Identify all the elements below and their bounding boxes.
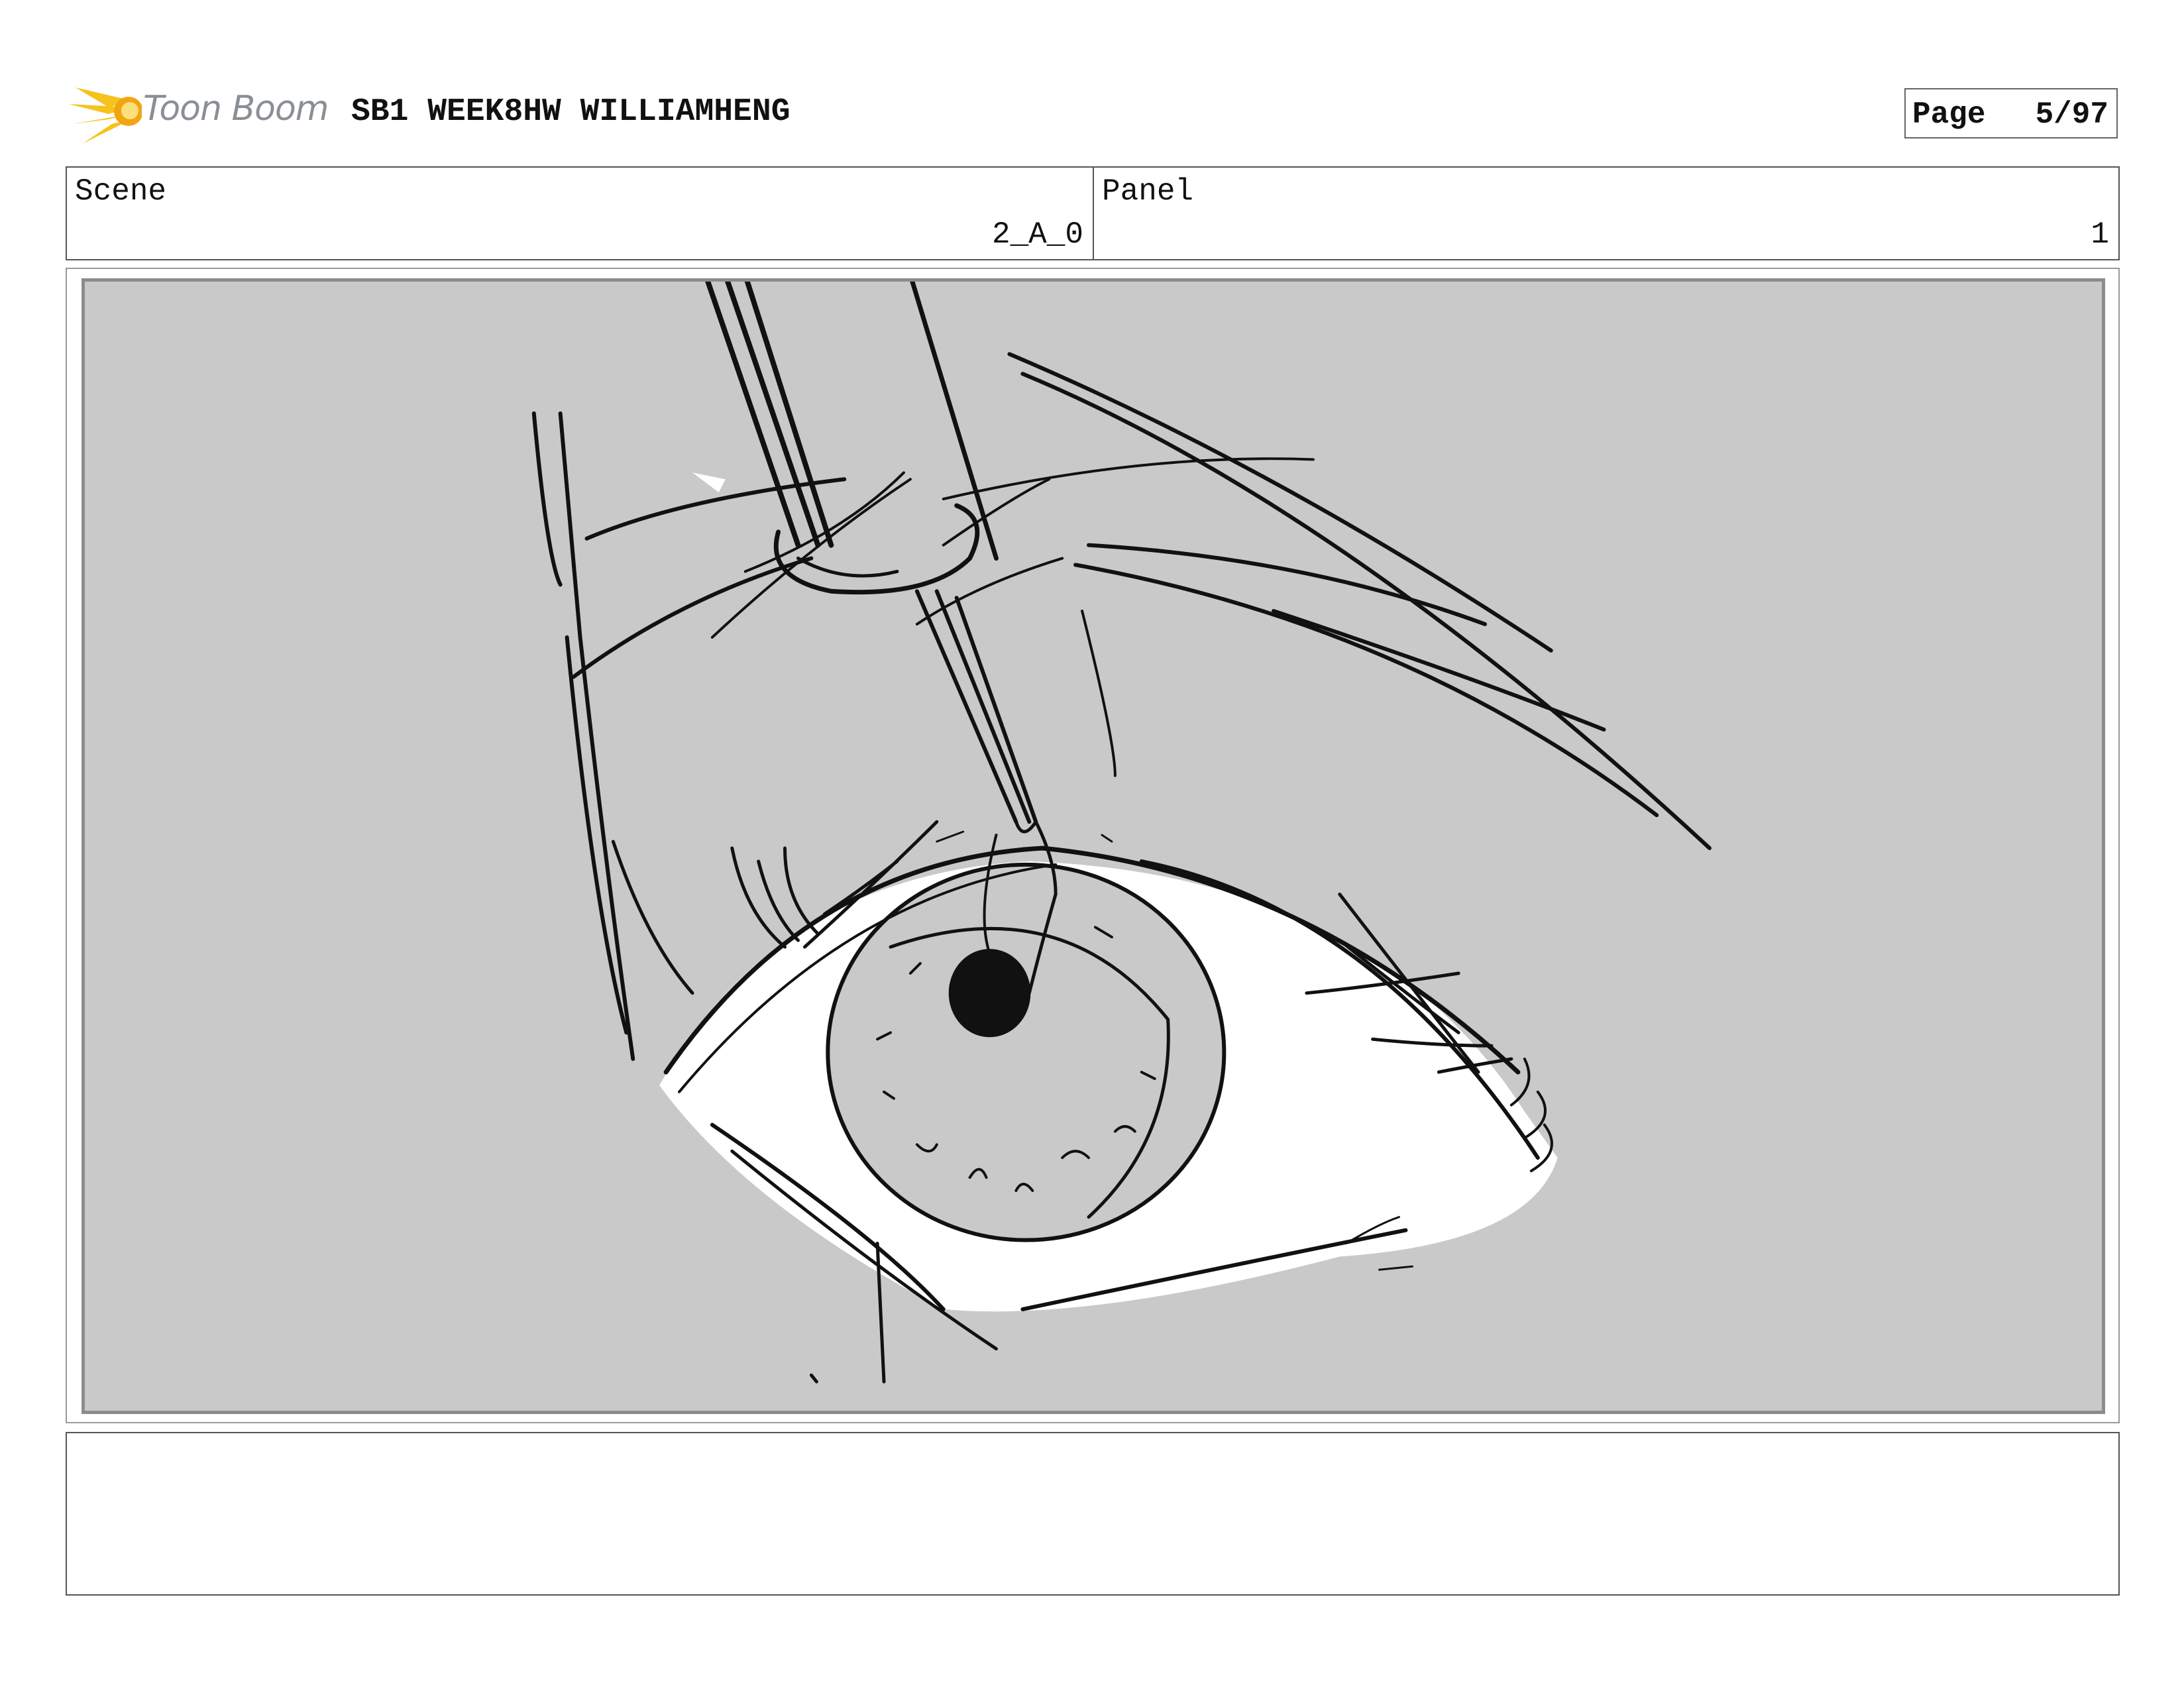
panel-image bbox=[82, 278, 2105, 1414]
scene-panel-header: Scene 2_A_0 Panel 1 bbox=[66, 166, 2120, 260]
logo-wordmark: Toon Boom bbox=[143, 89, 329, 129]
notes-box bbox=[66, 1432, 2120, 1596]
scene-label: Scene bbox=[75, 174, 167, 209]
scene-cell: Scene 2_A_0 bbox=[67, 168, 1094, 259]
panel-label: Panel bbox=[1102, 174, 1194, 209]
panel-frame bbox=[66, 268, 2120, 1423]
panel-value: 1 bbox=[2091, 217, 2109, 252]
page-indicator: Page 5/97 bbox=[1904, 88, 2118, 138]
scene-value: 2_A_0 bbox=[991, 217, 1083, 252]
page-number: 5/97 bbox=[2035, 97, 2108, 132]
starburst-icon bbox=[69, 87, 143, 144]
page-label: Page bbox=[1912, 97, 1986, 132]
eye-sketch-drawing bbox=[531, 282, 1712, 1384]
panel-cell: Panel 1 bbox=[1094, 168, 2118, 259]
toon-boom-logo: Toon Boom bbox=[69, 74, 334, 154]
document-title: SB1 WEEK8HW WILLIAMHENG bbox=[351, 94, 791, 130]
